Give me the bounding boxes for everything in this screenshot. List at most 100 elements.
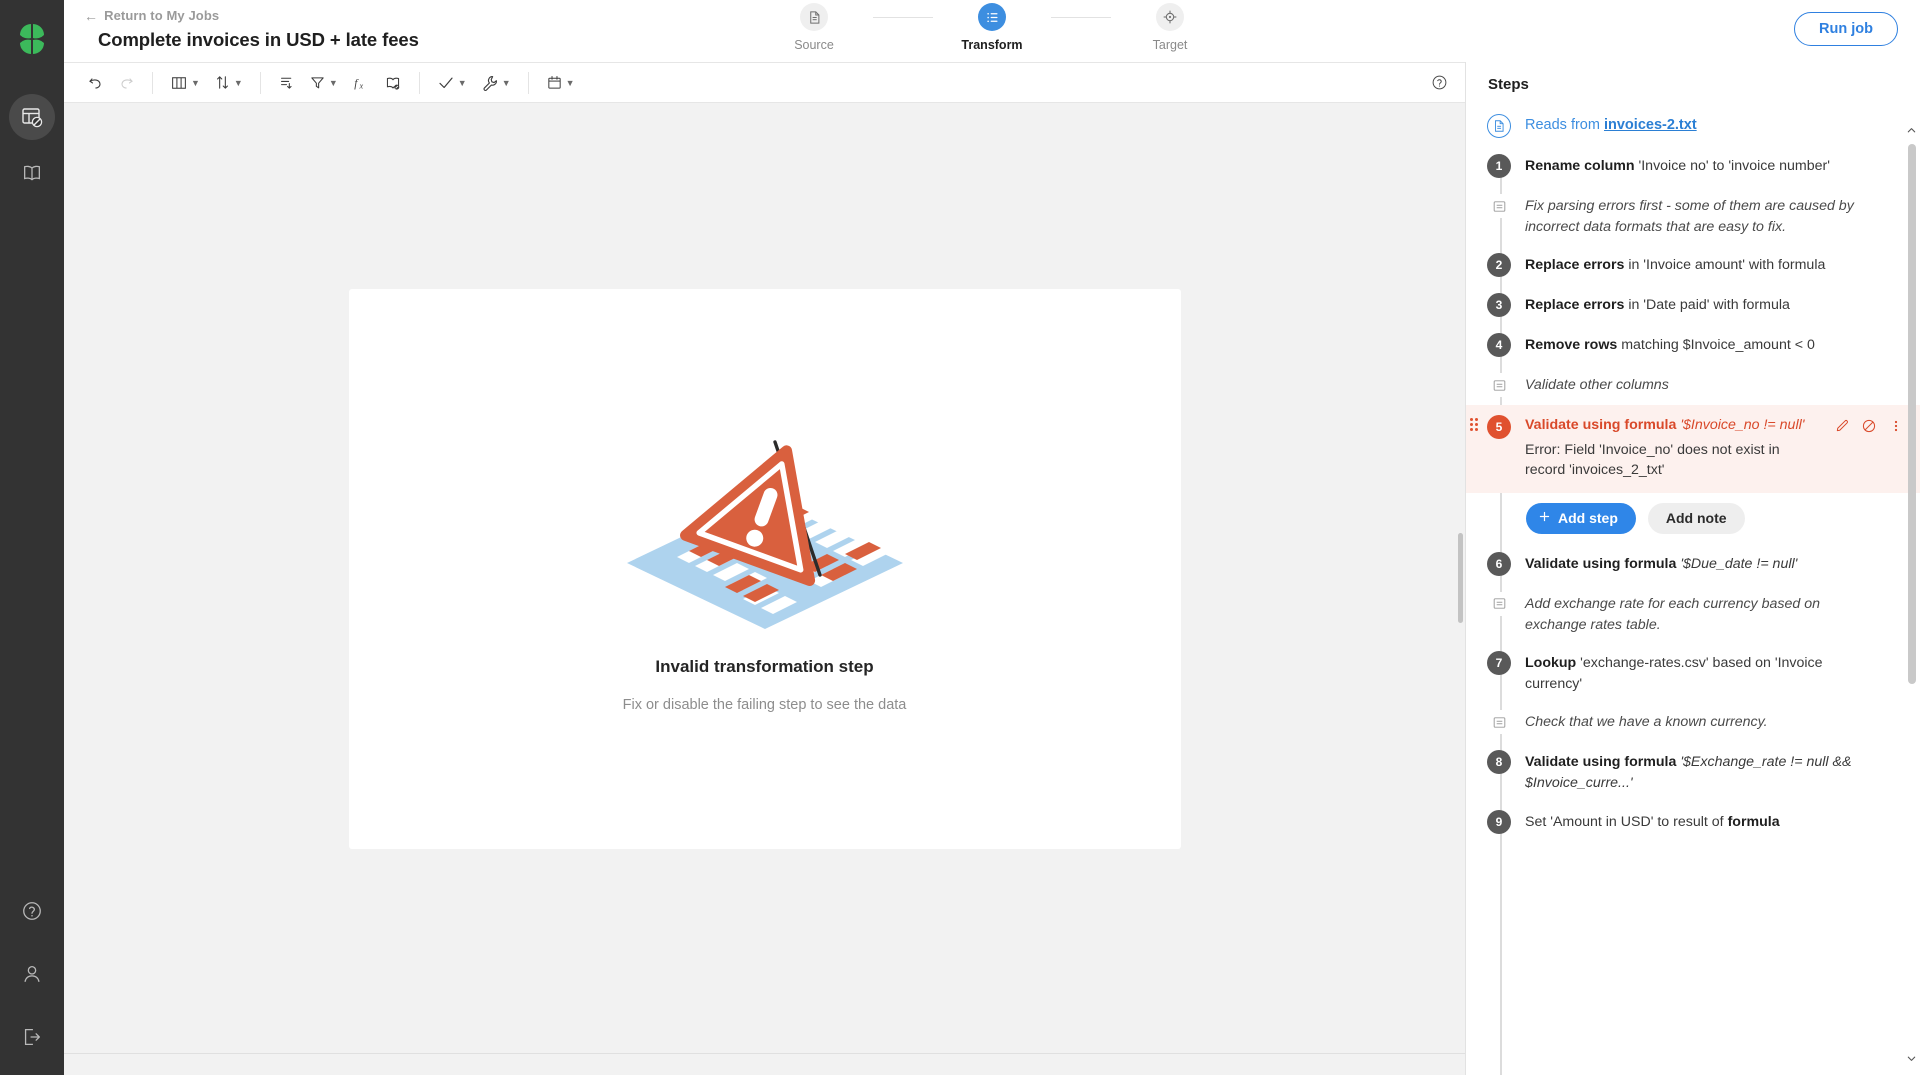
step-description: Replace errors in 'Date paid' with formu…: [1525, 293, 1878, 316]
step-detail-label: in 'Date paid' with formula: [1624, 297, 1790, 313]
step-formula-label: '$Invoice_no != null': [1680, 417, 1804, 433]
sidebar-item-data[interactable]: [9, 94, 55, 140]
steps-note-2[interactable]: Validate other columns: [1488, 365, 1878, 405]
step-number-badge: 9: [1487, 810, 1511, 834]
repair-button[interactable]: ▼: [474, 70, 518, 96]
data-canvas: Invalid transformation step Fix or disab…: [64, 103, 1465, 1053]
note-text: Fix parsing errors first - some of them …: [1525, 194, 1878, 237]
clover-logo[interactable]: [0, 8, 64, 70]
workflow-stepper: Source Transform: [755, 3, 1229, 52]
stepper-transform[interactable]: Transform: [933, 3, 1051, 52]
toolbar-divider-2: [260, 72, 261, 94]
canvas-column: ▼ ▼: [64, 62, 1465, 1075]
steps-step-5-error[interactable]: 5 Validate using formula '$Invoice_no !=…: [1466, 405, 1920, 493]
transform-toolbar: ▼ ▼: [64, 63, 1465, 103]
plus-icon: [1538, 510, 1551, 526]
sort-order-button[interactable]: ▼: [207, 70, 250, 95]
add-note-button[interactable]: Add note: [1648, 503, 1745, 534]
filter-button[interactable]: ▼: [302, 70, 345, 95]
steps-source-text: Reads from invoices-2.txt: [1525, 114, 1697, 133]
breadcrumb-label: Return to My Jobs: [104, 8, 219, 23]
steps-step-3[interactable]: 3 Replace errors in 'Date paid' with for…: [1488, 285, 1878, 325]
steps-add-row: Add step Add note: [1488, 493, 1878, 544]
app-header: ← Return to My Jobs Complete invoices in…: [64, 0, 1920, 62]
steps-source-row[interactable]: Reads from invoices-2.txt: [1488, 106, 1878, 146]
lookup-button[interactable]: [377, 70, 409, 96]
step-number-badge: 1: [1487, 154, 1511, 178]
canvas-scrollbar[interactable]: [1458, 533, 1463, 623]
note-text: Validate other columns: [1525, 373, 1878, 396]
step-action-label: Validate using formula: [1525, 754, 1676, 770]
sidebar-item-library[interactable]: [9, 150, 55, 196]
header-title-block: ← Return to My Jobs Complete invoices in…: [64, 0, 494, 62]
chevron-down-icon: ▼: [329, 78, 338, 88]
svg-text:f: f: [354, 77, 359, 89]
step-number-badge: 7: [1487, 651, 1511, 675]
formula-button[interactable]: f x: [345, 70, 377, 96]
sidebar-item-account[interactable]: [21, 963, 43, 990]
chevron-down-icon: ▼: [458, 78, 467, 88]
steps-step-1[interactable]: 1 Rename column 'Invoice no' to 'invoice…: [1488, 146, 1878, 186]
app-root: ← Return to My Jobs Complete invoices in…: [0, 0, 1920, 1075]
steps-note-1[interactable]: Fix parsing errors first - some of them …: [1488, 186, 1878, 245]
step-description: Validate using formula '$Invoice_no != n…: [1525, 415, 1820, 436]
toolbar-divider-1: [152, 72, 153, 94]
step-formula-label: '$Due_date != null': [1676, 556, 1797, 572]
edit-step-button[interactable]: [1834, 418, 1850, 439]
step-description: Validate using formula '$Exchange_rate !…: [1525, 750, 1878, 793]
stepper-source[interactable]: Source: [755, 3, 873, 52]
scroll-up-button[interactable]: [1905, 124, 1918, 137]
step-more-menu-button[interactable]: [1888, 418, 1904, 439]
steps-step-2[interactable]: 2 Replace errors in 'Invoice amount' wit…: [1488, 245, 1878, 285]
empty-state-card: Invalid transformation step Fix or disab…: [349, 289, 1181, 849]
disable-step-button[interactable]: [1861, 418, 1877, 439]
steps-panel: Steps Reads from inv: [1465, 62, 1920, 1075]
run-job-button[interactable]: Run job: [1794, 12, 1898, 46]
steps-note-4[interactable]: Check that we have a known currency.: [1488, 702, 1878, 742]
target-icon: [1156, 3, 1184, 31]
sidebar-item-logout[interactable]: [21, 1026, 43, 1053]
redo-button[interactable]: [111, 70, 142, 95]
document-icon: [800, 3, 828, 31]
canvas-status-bar: [64, 1053, 1465, 1075]
note-icon: [1487, 194, 1511, 218]
scroll-down-button[interactable]: [1905, 1052, 1918, 1065]
undo-button[interactable]: [80, 70, 111, 95]
date-button[interactable]: ▼: [539, 70, 582, 95]
drag-handle-icon[interactable]: [1470, 418, 1478, 431]
sidebar-item-help[interactable]: [21, 900, 43, 927]
columns-button[interactable]: ▼: [163, 70, 207, 96]
stepper-target[interactable]: Target: [1111, 3, 1229, 52]
list-icon: [978, 3, 1006, 31]
toolbar-help-button[interactable]: [1424, 70, 1455, 95]
sort-descending-button[interactable]: [271, 70, 302, 95]
stepper-connector-1: [873, 17, 933, 18]
steps-step-7[interactable]: 7 Lookup 'exchange-rates.csv' based on '…: [1488, 643, 1878, 702]
note-icon: [1487, 592, 1511, 616]
empty-state-subtitle: Fix or disable the failing step to see t…: [623, 697, 907, 713]
breadcrumb[interactable]: ← Return to My Jobs: [84, 8, 494, 23]
step-number-badge: 4: [1487, 333, 1511, 357]
back-arrow-icon: ←: [84, 9, 98, 23]
steps-step-4[interactable]: 4 Remove rows matching $Invoice_amount <…: [1488, 325, 1878, 365]
steps-scrollbar-thumb[interactable]: [1908, 144, 1916, 684]
step-action-label: formula: [1728, 814, 1780, 830]
steps-step-6[interactable]: 6 Validate using formula '$Due_date != n…: [1488, 544, 1878, 584]
step-error-message: Error: Field 'Invoice_no' does not exist…: [1525, 440, 1820, 481]
validate-button[interactable]: ▼: [430, 70, 474, 96]
page-title: Complete invoices in USD + late fees: [98, 29, 494, 51]
steps-step-9[interactable]: 9 Set 'Amount in USD' to result of formu…: [1488, 802, 1878, 842]
chevron-down-icon: ▼: [566, 78, 575, 88]
step-action-label: Remove rows: [1525, 337, 1617, 353]
step-action-buttons: [1834, 415, 1904, 439]
svg-text:x: x: [358, 81, 363, 90]
add-step-button[interactable]: Add step: [1526, 503, 1636, 534]
steps-note-3[interactable]: Add exchange rate for each currency base…: [1488, 584, 1878, 643]
steps-step-8[interactable]: 8 Validate using formula '$Exchange_rate…: [1488, 742, 1878, 801]
content-area: ▼ ▼: [64, 62, 1920, 1075]
step-description: Rename column 'Invoice no' to 'invoice n…: [1525, 154, 1878, 177]
broken-data-table-warning-illustration: [615, 425, 915, 635]
note-text: Add exchange rate for each currency base…: [1525, 592, 1878, 635]
source-file-link[interactable]: invoices-2.txt: [1604, 117, 1697, 133]
step-detail-label: 'Invoice no' to 'invoice number': [1635, 158, 1830, 174]
